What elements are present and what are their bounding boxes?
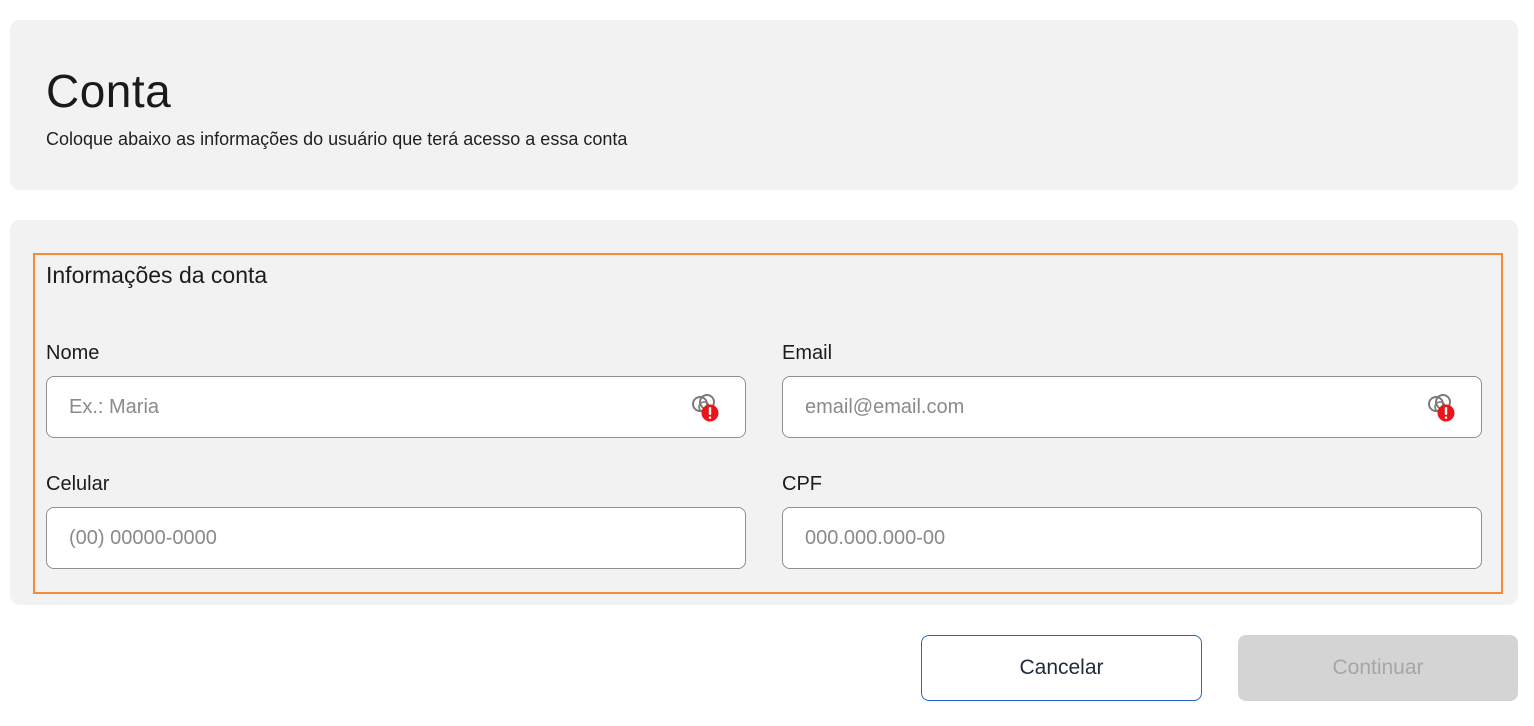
section-title: Informações da conta [46,262,268,288]
nome-field[interactable] [46,376,746,438]
email-label: Email [782,342,833,364]
header-card: Conta Coloque abaixo as informações do u… [10,20,1518,190]
cancel-button[interactable]: Cancelar [921,635,1202,701]
page-title: Conta [46,65,172,117]
continue-button[interactable]: Continuar [1238,635,1518,701]
email-input[interactable] [784,378,1421,436]
nome-label: Nome [46,342,100,364]
cpf-input[interactable] [784,509,1421,567]
cpf-label: CPF [782,473,822,495]
account-info-card: Informações da conta Nome Email Celular [10,220,1518,605]
email-field[interactable] [782,376,1482,438]
nome-input[interactable] [48,378,685,436]
page-subtitle: Coloque abaixo as informações do usuário… [46,129,628,149]
password-manager-warning-icon[interactable] [689,392,721,424]
celular-input[interactable] [48,509,685,567]
celular-label: Celular [46,473,110,495]
cpf-field[interactable] [782,507,1482,569]
celular-field[interactable] [46,507,746,569]
password-manager-warning-icon[interactable] [1425,392,1457,424]
